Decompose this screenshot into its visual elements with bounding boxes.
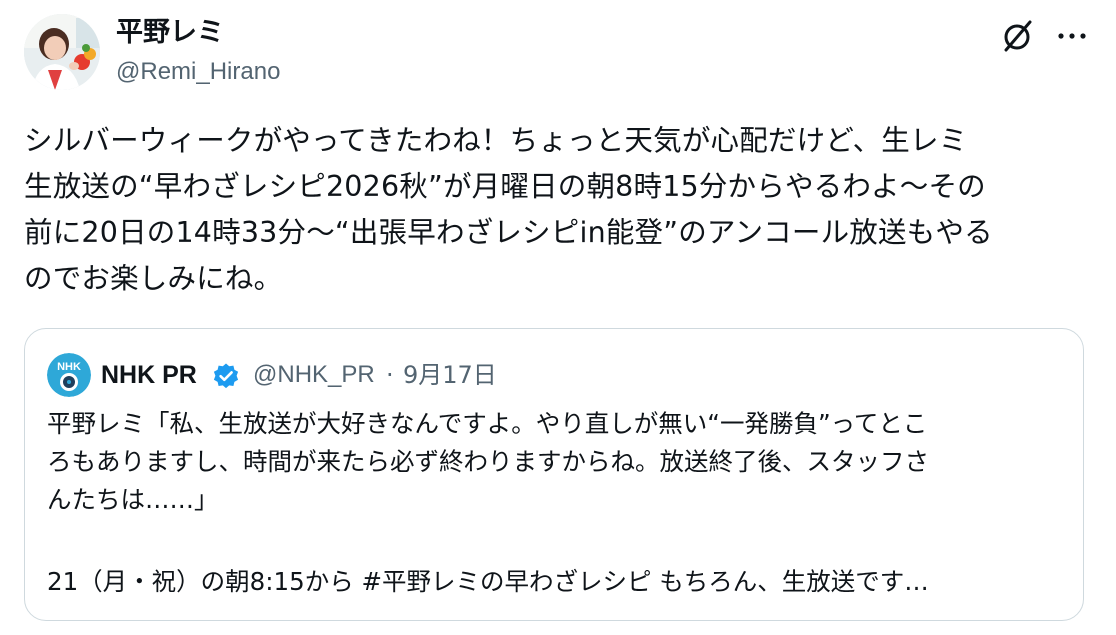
quote-date[interactable]: 9月17日: [403, 358, 497, 392]
more-icon[interactable]: [1052, 16, 1092, 56]
quoted-tweet[interactable]: NHK NHK PR @NHK_PR · 9月17日 平野レミ「私、生放送が大好…: [24, 328, 1084, 621]
nhk-logo-text: NHK: [57, 361, 81, 373]
quote-author-name[interactable]: NHK PR: [101, 358, 197, 392]
quote-text: 平野レミ「私、生放送が大好きなんですよ。やり直しが無い“一発勝負”ってとこ ろも…: [47, 409, 929, 514]
tweet-text: シルバーウィークがやってきたわね！ちょっと天気が心配だけど、生レミ 生放送の“早…: [24, 124, 993, 295]
quote-text-truncated: 21（月・祝）の朝8:15から #平野レミの早わざレシピ もちろん、生放送です…: [47, 567, 929, 596]
author-handle[interactable]: @Remi_Hirano: [116, 56, 280, 88]
author-avatar[interactable]: [24, 14, 100, 90]
author-name[interactable]: 平野レミ: [116, 16, 224, 50]
grok-icon[interactable]: [998, 16, 1038, 56]
verified-badge-icon: [212, 362, 240, 390]
separator-dot: ·: [386, 361, 394, 389]
quote-author-handle[interactable]: @NHK_PR: [253, 358, 375, 392]
tweet[interactable]: 平野レミ @Remi_Hirano シルバーウィークがやってきたわね！ちょっと天…: [0, 0, 1116, 635]
quote-avatar[interactable]: NHK: [47, 353, 91, 397]
